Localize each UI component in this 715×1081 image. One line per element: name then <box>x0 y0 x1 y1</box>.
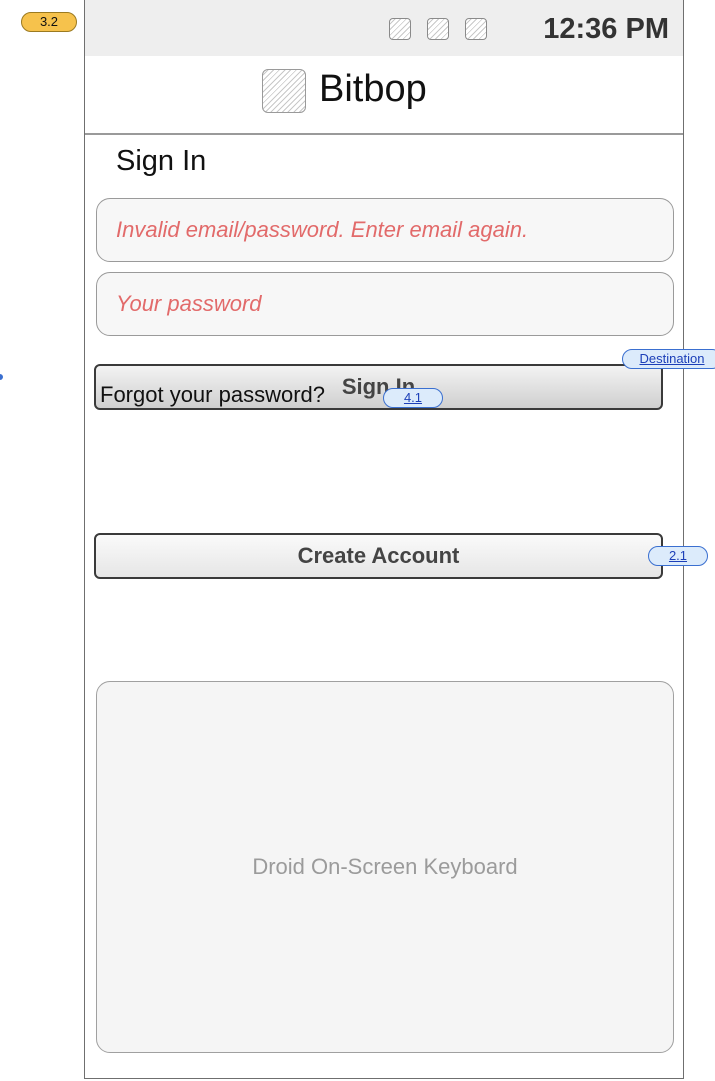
signal-icon <box>389 18 411 40</box>
screen-id-badge: 3.2 <box>21 12 77 32</box>
phone-frame: 12:36 PM Bitbop Sign In Sign In Forgot y… <box>84 0 684 1079</box>
sign-in-destination-link[interactable]: Destination <box>622 349 715 369</box>
email-field[interactable] <box>96 198 674 262</box>
keyboard-label: Droid On-Screen Keyboard <box>252 854 518 879</box>
email-input[interactable] <box>97 199 673 261</box>
status-icons <box>389 18 487 40</box>
app-logo-icon <box>262 69 306 113</box>
password-field[interactable] <box>96 272 674 336</box>
status-bar: 12:36 PM <box>85 0 683 56</box>
forgot-password-link[interactable]: Forgot your password? <box>100 382 325 408</box>
create-account-button[interactable]: Create Account <box>94 533 663 579</box>
app-header: Bitbop <box>85 56 683 135</box>
password-input[interactable] <box>97 273 673 335</box>
status-time: 12:36 PM <box>543 13 669 45</box>
forgot-password-screen-link[interactable]: 4.1 <box>383 388 443 408</box>
create-account-screen-link[interactable]: 2.1 <box>648 546 708 566</box>
page-title: Sign In <box>116 145 207 177</box>
app-title: Bitbop <box>319 68 427 110</box>
on-screen-keyboard[interactable]: Droid On-Screen Keyboard <box>96 681 674 1053</box>
link-marker <box>0 374 3 380</box>
create-account-button-label: Create Account <box>297 543 460 568</box>
wifi-icon <box>427 18 449 40</box>
battery-icon <box>465 18 487 40</box>
